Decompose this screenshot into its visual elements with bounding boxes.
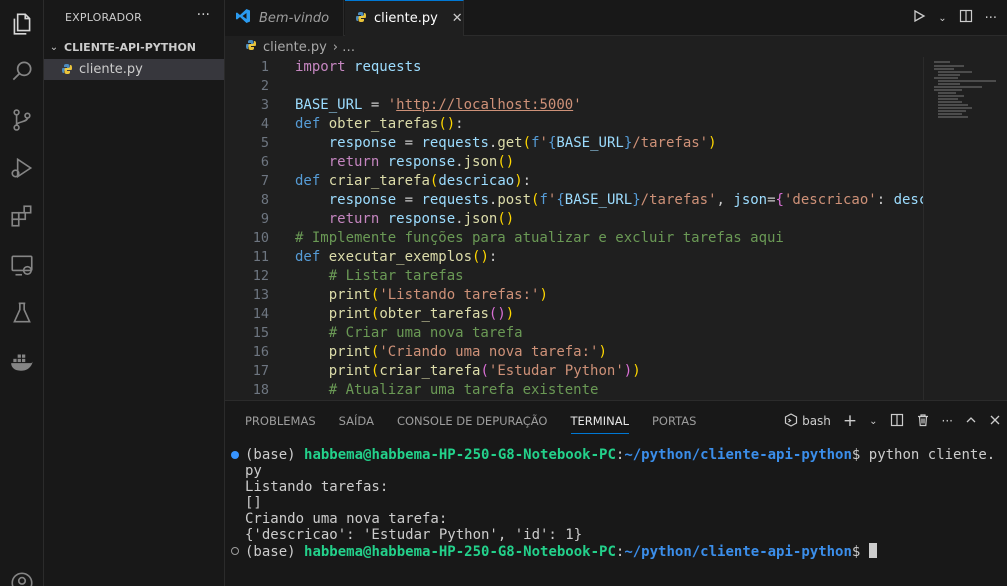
folder-cliente-api-python[interactable]: ⌄ CLIENTE-API-PYTHON [44, 37, 224, 57]
python-file-icon [355, 11, 367, 27]
run-python-icon[interactable] [912, 9, 926, 27]
tab-output[interactable]: SAÍDA [339, 414, 374, 428]
extensions-icon[interactable] [7, 201, 37, 231]
remote-explorer-icon[interactable] [7, 250, 37, 280]
minimap[interactable] [923, 57, 1007, 400]
explorer-sidebar: EXPLORADOR ··· ⌄ CLIENTE-API-PYTHON clie… [44, 0, 225, 586]
breadcrumb: cliente.py › … [225, 37, 355, 57]
code-line: 16 print('Criando uma nova tarefa:') [252, 344, 607, 360]
maximize-panel-icon[interactable] [965, 414, 977, 429]
bottom-panel: PROBLEMAS SAÍDA CONSOLE DE DEPURAÇÃO TER… [225, 400, 1007, 586]
code-line: 8 response = requests.post(f'{BASE_URL}/… [260, 192, 923, 208]
code-line: 7 def criar_tarefa(descricao): [260, 173, 532, 189]
file-name: cliente.py [79, 62, 143, 77]
code-line: 12 # Listar tarefas [252, 268, 464, 284]
python-file-icon [61, 60, 73, 79]
split-editor-icon[interactable] [959, 9, 973, 27]
code-line: 18 # Atualizar uma tarefa existente [252, 382, 599, 398]
chevron-down-icon[interactable]: ⌄ [869, 416, 877, 427]
tab-ports[interactable]: PORTAS [652, 414, 696, 428]
split-terminal-icon[interactable] [890, 413, 904, 430]
terminal-line: Criando uma nova tarefa: [245, 511, 448, 527]
trash-icon[interactable] [916, 413, 930, 430]
tab-terminal[interactable]: TERMINAL [570, 414, 629, 434]
terminal-line: (base) habbema@habbema-HP-250-G8-Noteboo… [225, 543, 1007, 560]
terminal-line: (base) habbema@habbema-HP-250-G8-Noteboo… [225, 447, 1007, 463]
terminal-cursor [868, 543, 877, 558]
panel-tabs: PROBLEMAS SAÍDA CONSOLE DE DEPURAÇÃO TER… [225, 401, 696, 441]
breadcrumb-file[interactable]: cliente.py [263, 40, 327, 55]
code-editor[interactable]: 1 import requests 2 3 BASE_URL = 'http://l… [225, 57, 923, 400]
file-cliente-py[interactable]: cliente.py [44, 59, 224, 80]
tab-problems[interactable]: PROBLEMAS [245, 414, 316, 428]
run-debug-icon[interactable] [7, 153, 37, 183]
breadcrumb-separator[interactable]: › … [333, 40, 355, 55]
code-line: 4 def obter_tarefas(): [260, 116, 464, 132]
terminal-icon [784, 412, 798, 430]
tab-cliente-py[interactable]: cliente.py ✕ [345, 0, 464, 36]
terminal-line: Listando tarefas: [245, 479, 389, 495]
tab-welcome[interactable]: Bem-vindo [225, 0, 344, 36]
close-panel-icon[interactable] [989, 414, 1001, 429]
code-line: 14 print(obter_tarefas()) [252, 306, 515, 322]
code-line: 15 # Criar uma nova tarefa [252, 325, 523, 341]
vscode-logo-icon [235, 8, 251, 28]
code-line: 1 import requests [260, 59, 422, 75]
more-actions-icon[interactable]: ··· [942, 414, 953, 428]
search-icon[interactable] [7, 56, 37, 86]
code-line: 6 return response.json() [260, 154, 515, 170]
editor-tab-bar: Bem-vindo cliente.py ✕ ⌄ ··· [225, 0, 1007, 36]
account-icon[interactable] [7, 568, 37, 586]
code-line: 10 # Implemente funções para atualizar e … [252, 230, 784, 246]
tab-debug-console[interactable]: CONSOLE DE DEPURAÇÃO [397, 414, 548, 428]
new-terminal-icon[interactable]: + [843, 411, 857, 431]
explorer-title: EXPLORADOR [65, 11, 143, 24]
terminal-line: [] [245, 495, 262, 511]
shell-name: bash [802, 414, 831, 428]
terminal-output[interactable]: (base) habbema@habbema-HP-250-G8-Noteboo… [225, 447, 1007, 560]
code-line: 5 response = requests.get(f'{BASE_URL}/t… [260, 135, 717, 151]
close-tab-icon[interactable]: ✕ [452, 11, 463, 26]
chevron-down-icon[interactable]: ⌄ [938, 13, 946, 24]
code-line: 11 def executar_exemplos(): [252, 249, 498, 265]
explorer-icon[interactable] [7, 9, 37, 39]
more-actions-icon[interactable]: ··· [985, 11, 997, 26]
code-line: 13 print('Listando tarefas:') [252, 287, 548, 303]
command-decoration-icon[interactable] [231, 547, 239, 555]
activity-bar [0, 0, 44, 586]
code-line: 2 [260, 78, 269, 94]
chevron-down-icon: ⌄ [49, 41, 59, 53]
editor-actions: ⌄ ··· [912, 0, 1007, 36]
python-file-icon [245, 39, 257, 55]
code-line: 3 BASE_URL = 'http://localhost:5000' [260, 97, 582, 113]
command-decoration-icon[interactable] [231, 451, 239, 459]
code-line: 17 print(criar_tarefa('Estudar Python')) [252, 363, 641, 379]
folder-name: CLIENTE-API-PYTHON [64, 40, 197, 54]
panel-actions: bash + ⌄ ··· [784, 401, 1007, 441]
terminal-line: py [245, 463, 262, 479]
tab-active-label: cliente.py [374, 11, 438, 26]
testing-icon[interactable] [7, 298, 37, 328]
more-actions-button[interactable]: ··· [197, 7, 210, 23]
docker-icon[interactable] [7, 346, 37, 376]
terminal-line: {'descricao': 'Estudar Python', 'id': 1} [245, 527, 583, 543]
source-control-icon[interactable] [7, 105, 37, 135]
terminal-shell-selector[interactable]: bash [784, 412, 831, 430]
code-line: 9 return response.json() [260, 211, 515, 227]
tab-welcome-label: Bem-vindo [259, 10, 330, 26]
